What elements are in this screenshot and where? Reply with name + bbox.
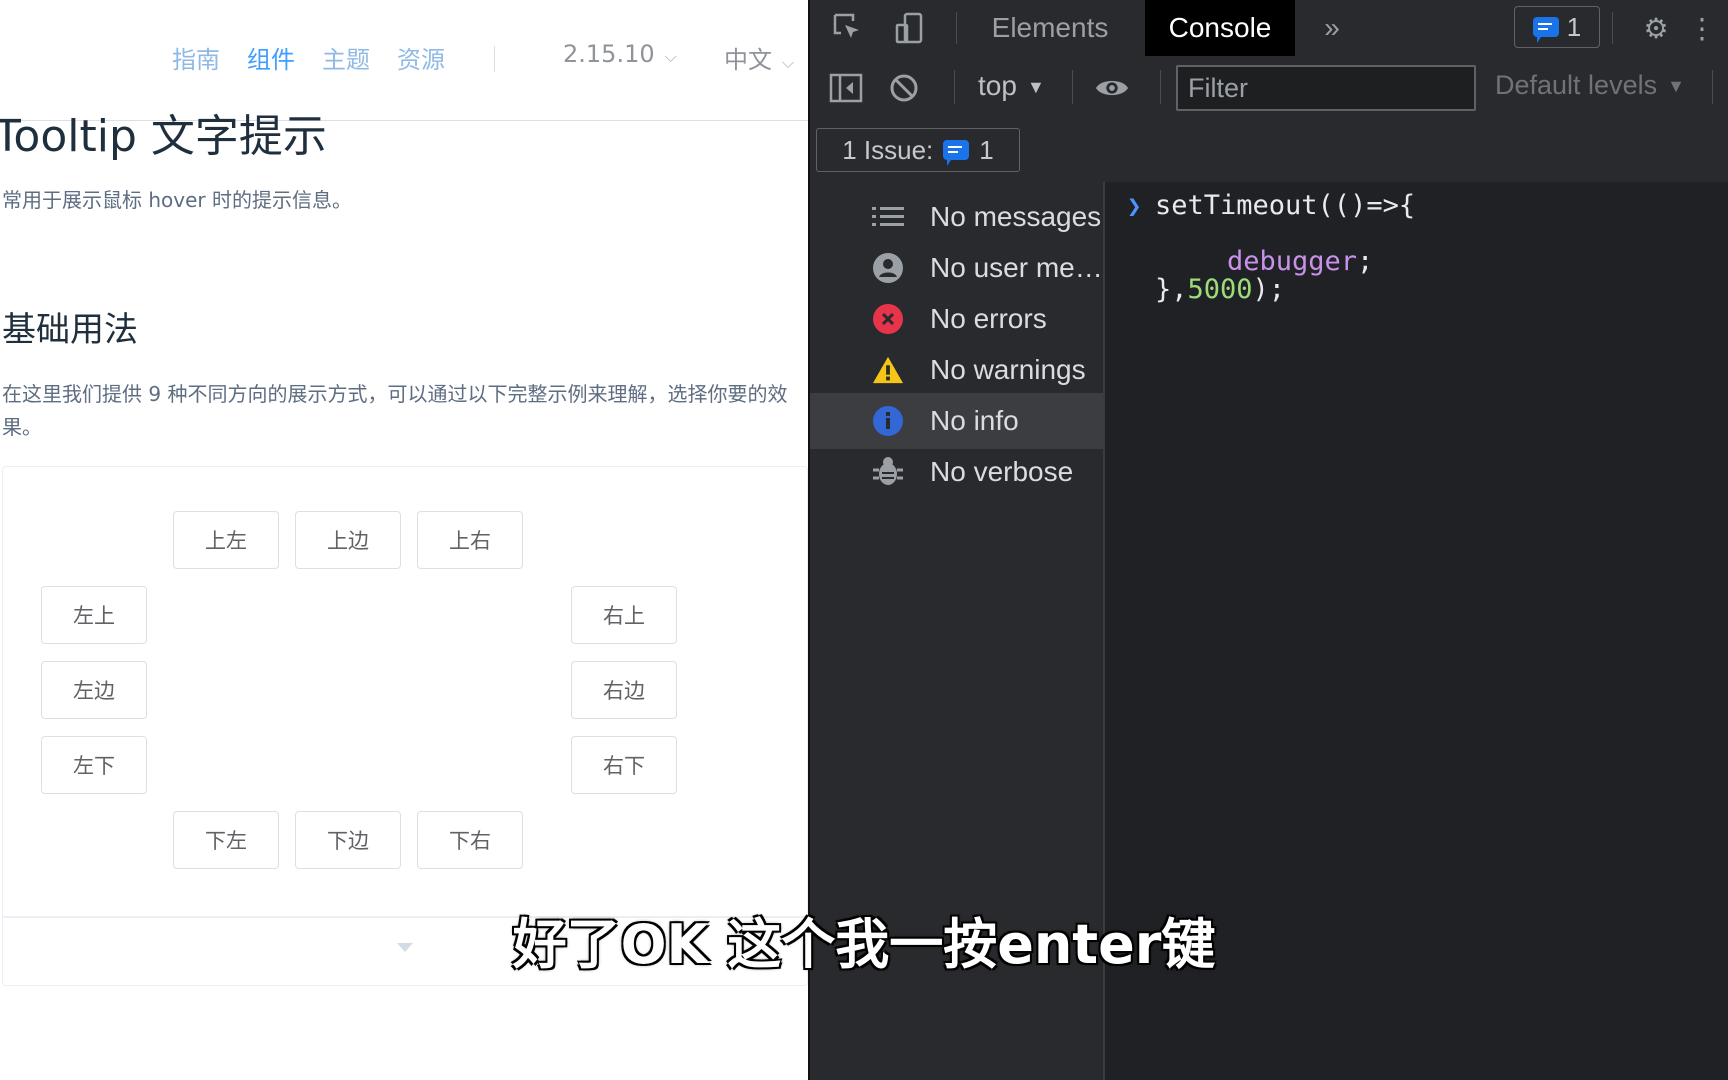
tooltip-button-top-end[interactable]: 上右 [417, 511, 523, 569]
chevron-down-icon: ⌵ [782, 53, 795, 72]
toolbar-divider [1612, 12, 1613, 44]
toolbar-divider [1712, 70, 1713, 104]
tooltip-button-right[interactable]: 右边 [571, 661, 677, 719]
nav-divider [494, 46, 495, 72]
console-toolbar: top ▼ Filter Default levels ▼ [810, 56, 1728, 119]
docs-page: 指南 组件 主题 资源 2.15.10 ⌵ 中文 ⌵ Tooltip 文字提示 常用… [0, 0, 808, 1080]
inspect-element-icon[interactable] [830, 10, 866, 46]
tab-elements[interactable]: Elements [978, 0, 1122, 56]
bug-icon [872, 456, 904, 488]
tooltip-button-top[interactable]: 上边 [295, 511, 401, 569]
toolbar-divider [954, 70, 955, 104]
page-title: Tooltip 文字提示 [0, 111, 327, 162]
device-toolbar-icon[interactable] [892, 10, 928, 46]
chevron-down-icon: ⌵ [664, 47, 677, 66]
sidebar-item-label: No warnings [930, 354, 1086, 385]
sidebar-item-label: No user me… [930, 252, 1103, 283]
issues-button[interactable]: 1 Issue: 1 [816, 128, 1020, 172]
nav-item-theme[interactable]: 主题 [322, 40, 370, 75]
toolbar-divider [1160, 70, 1161, 104]
message-icon [943, 140, 970, 166]
sidebar-item-errors[interactable]: No errors [810, 291, 1103, 347]
tooltip-button-bottom[interactable]: 下边 [295, 811, 401, 869]
sidebar-item-warnings[interactable]: No warnings [810, 342, 1103, 398]
sidebar-item-label: No verbose [930, 456, 1074, 487]
console-line: debugger; [1227, 246, 1373, 277]
devtools-main-toolbar: Elements Console » 1 ⚙ ⋮ [810, 0, 1728, 57]
issues-badge-count: 1 [1566, 11, 1582, 42]
eye-icon[interactable] [1094, 70, 1130, 106]
tooltip-button-left-start[interactable]: 左上 [41, 586, 147, 644]
warning-icon [872, 354, 904, 386]
sidebar-item-label: No errors [930, 303, 1047, 334]
console-sidebar: No messages No user me… No errors No war… [810, 182, 1105, 1080]
issues-label: 1 Issue: [842, 134, 934, 165]
sidebar-toggle-icon[interactable] [828, 70, 864, 106]
sidebar-item-info[interactable]: No info [810, 393, 1103, 449]
devtools-panel: Elements Console » 1 ⚙ ⋮ top ▼ Filter Def… [808, 0, 1728, 1080]
version-select[interactable]: 2.15.10 ⌵ [563, 40, 677, 68]
code-punct: ); [1252, 274, 1286, 305]
sidebar-item-label: No messages [930, 201, 1102, 232]
tooltip-button-left-end[interactable]: 左下 [41, 736, 147, 794]
info-icon [872, 405, 904, 437]
section-description: 在这里我们提供 9 种不同方向的展示方式，可以通过以下完整示例来理解，选择你要的… [2, 382, 788, 439]
gear-icon[interactable]: ⚙ [1638, 10, 1674, 46]
console-output[interactable]: ❯ setTimeout(()=>{ debugger; },5000); [1105, 182, 1728, 1080]
toolbar-divider [1072, 70, 1073, 104]
section-title: 基础用法 [2, 310, 138, 350]
kebab-menu-icon[interactable]: ⋮ [1688, 10, 1716, 46]
chevron-right-icon: ❯ [1127, 192, 1142, 220]
issues-badge[interactable]: 1 [1514, 6, 1600, 48]
sidebar-item-label: No info [930, 405, 1019, 436]
clear-console-icon[interactable] [886, 70, 922, 106]
tab-console[interactable]: Console [1145, 0, 1295, 56]
code-number: 5000 [1187, 274, 1253, 305]
demo-code-toggle[interactable] [2, 916, 808, 986]
toolbar-divider [956, 12, 957, 44]
sidebar-item-user-messages[interactable]: No user me… [810, 240, 1103, 296]
console-line: setTimeout(()=>{ [1155, 190, 1416, 221]
code-punct: ; [1357, 246, 1374, 277]
filter-placeholder: Filter [1188, 72, 1248, 103]
filter-input[interactable]: Filter [1176, 65, 1476, 111]
caret-down-icon [397, 943, 413, 952]
dropdown-triangle-icon: ▼ [1026, 77, 1045, 98]
sidebar-item-messages[interactable]: No messages [810, 189, 1103, 245]
language-select[interactable]: 中文 ⌵ [724, 40, 794, 75]
issues-count: 1 [979, 134, 994, 165]
code-punct: }, [1155, 274, 1188, 305]
dropdown-triangle-icon: ▼ [1667, 76, 1685, 97]
issues-bar: 1 Issue: 1 [810, 118, 1728, 183]
tooltip-button-bottom-start[interactable]: 下左 [173, 811, 279, 869]
context-label: top [978, 70, 1017, 101]
more-tabs-chevron-icon[interactable]: » [1314, 10, 1350, 46]
message-icon [1532, 17, 1559, 43]
page-description: 常用于展示鼠标 hover 时的提示信息。 [2, 188, 352, 212]
tooltip-button-bottom-end[interactable]: 下右 [417, 811, 523, 869]
log-levels-label: Default levels [1495, 70, 1658, 100]
nav-item-component[interactable]: 组件 [247, 40, 295, 75]
list-icon [872, 201, 904, 233]
nav-item-resource[interactable]: 资源 [397, 40, 445, 75]
language-label: 中文 [724, 46, 772, 74]
error-icon [872, 303, 904, 335]
context-select[interactable]: top ▼ [978, 70, 1045, 102]
tooltip-button-right-start[interactable]: 右上 [571, 586, 677, 644]
tooltip-button-left[interactable]: 左边 [41, 661, 147, 719]
version-label: 2.15.10 [563, 40, 655, 68]
tooltip-button-right-end[interactable]: 右下 [571, 736, 677, 794]
tooltip-button-top-start[interactable]: 上左 [173, 511, 279, 569]
code-keyword: debugger [1227, 246, 1358, 277]
demo-block: 上左 上边 上右 左上 左边 左下 右上 右边 右下 下左 下边 下右 [2, 466, 808, 918]
user-icon [872, 252, 904, 284]
sidebar-item-verbose[interactable]: No verbose [810, 444, 1103, 500]
nav-item-guide[interactable]: 指南 [172, 40, 220, 75]
log-levels-select[interactable]: Default levels ▼ [1495, 70, 1685, 101]
console-line: },5000); [1155, 274, 1285, 305]
